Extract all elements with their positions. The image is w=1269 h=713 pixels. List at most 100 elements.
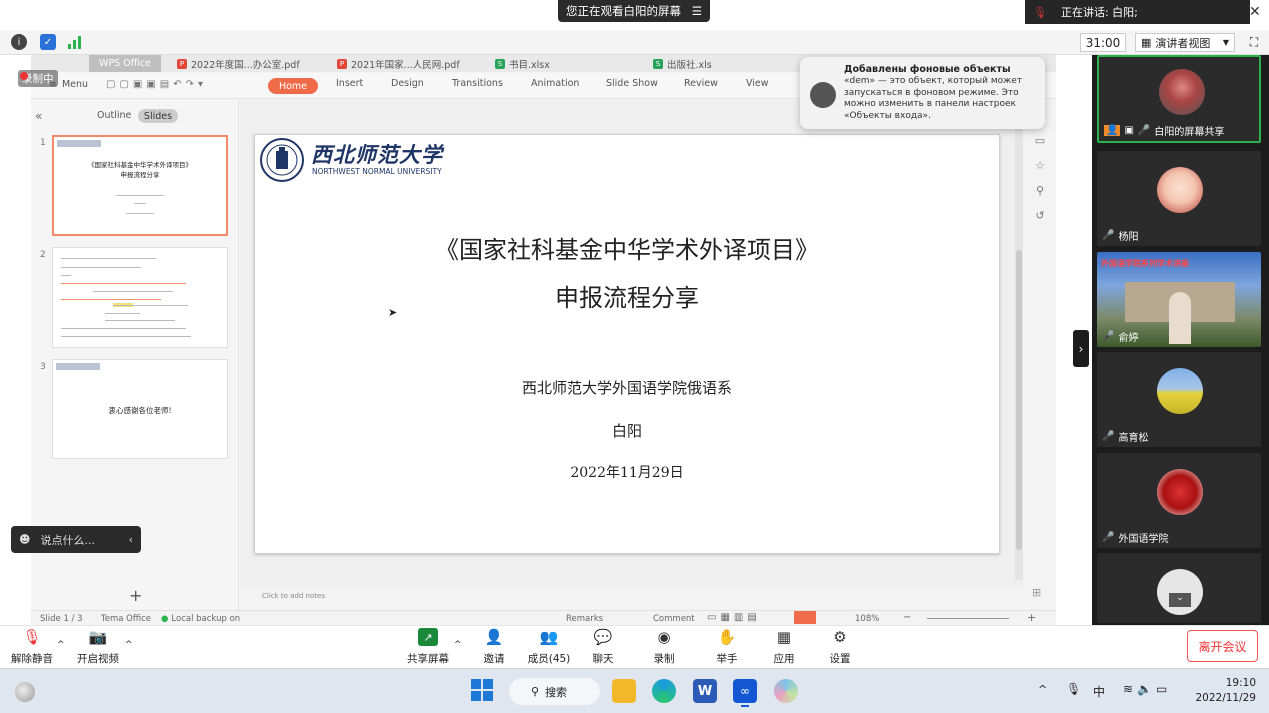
name-label: 外国语学院 [1118, 534, 1169, 545]
audio-options-chevron-icon[interactable]: ^ [57, 640, 65, 650]
settings-label: 设置 [829, 653, 851, 665]
taskbar-clock[interactable]: 19:10 2022/11/29 [1190, 676, 1256, 706]
leave-meeting-button[interactable]: 离开会议 [1187, 630, 1258, 662]
add-slide-icon[interactable]: + [129, 586, 142, 605]
record-button[interactable]: ◉ 录制 [634, 628, 694, 666]
tab-pdf-2[interactable]: P 2021年国家...人民网.pdf [331, 55, 466, 72]
system-notification[interactable]: Добавлены фоновые объекты «dem» — это об… [800, 57, 1045, 129]
share-screen-icon: ▣ [1124, 125, 1134, 136]
participant-tile[interactable]: ⌄ [1097, 553, 1261, 623]
collapse-panel-icon[interactable]: « [35, 109, 42, 123]
slide-thumbnail-2[interactable] [52, 247, 228, 348]
tab-review[interactable]: Review [684, 78, 718, 89]
tab-transitions[interactable]: Transitions [452, 78, 503, 89]
slide-scrollbar[interactable] [1015, 100, 1023, 580]
slide-thumbnail-1[interactable]: 《国家社科基金中华学术外译项目》 申报流程分享 [52, 135, 228, 236]
quick-chat-input[interactable]: ☻ 说点什么... ‹ [11, 526, 141, 553]
zoom-out-icon[interactable]: − [903, 612, 911, 623]
name-label: 白阳的屏幕共享 [1154, 127, 1225, 138]
video-options-chevron-icon[interactable]: ^ [125, 640, 133, 650]
quick-access-icons[interactable]: ▢▢▣▣▤↶↷▾ [106, 79, 207, 90]
raise-hand-button[interactable]: ✋ 举手 [697, 628, 757, 666]
muted-mic-icon: 🎤 [1102, 532, 1115, 543]
members-button[interactable]: 👥 成员(45) [519, 628, 579, 666]
thumb-thanks: 衷心感谢各位老师! [108, 406, 172, 415]
network-volume-battery-icons[interactable]: ≋🔈▭ [1123, 682, 1171, 696]
tab-home[interactable]: Home [268, 78, 318, 94]
view-mode-icons[interactable]: ▭▦▥▤ [707, 612, 761, 623]
banner-text: 外国语学院系列学术讲座 [1101, 259, 1189, 268]
unmute-button[interactable]: 🎙 解除静音 [2, 628, 62, 666]
tab-outline[interactable]: Outline [97, 110, 131, 121]
start-video-button[interactable]: 📷 开启视频 [68, 628, 128, 666]
menu-lines-icon[interactable]: ☰ [692, 4, 702, 18]
zoom-in-icon[interactable]: + [1027, 611, 1036, 624]
current-slide[interactable] [254, 134, 1000, 554]
remarks-button[interactable]: Remarks [566, 614, 603, 624]
tab-design[interactable]: Design [391, 78, 424, 89]
microphone-icon[interactable]: 🎙 [1066, 682, 1081, 696]
tab-animation[interactable]: Animation [531, 78, 579, 89]
settings-button[interactable]: ⚙ 设置 [810, 628, 870, 666]
tab-xlsx[interactable]: S 书目.xlsx [489, 55, 556, 72]
file-explorer-icon[interactable] [612, 679, 636, 703]
slide-subtitle: 申报流程分享 [555, 284, 699, 312]
zoom-slider[interactable] [927, 618, 1009, 619]
widgets-icon[interactable] [15, 682, 35, 702]
taskbar-search[interactable]: ⚲ 搜索 [509, 678, 600, 705]
side-tool-icons[interactable]: ▭ ☆ ⚲ ↺ [1032, 128, 1048, 228]
chat-button[interactable]: 💬 聊天 [573, 628, 633, 666]
signal-icon[interactable] [68, 36, 84, 49]
comment-button[interactable]: Comment [653, 614, 695, 624]
share-options-chevron-icon[interactable]: ^ [454, 640, 462, 650]
start-menu-icon[interactable] [471, 679, 493, 701]
collapse-gallery-icon[interactable]: › [1073, 330, 1089, 367]
viewing-text: 您正在观看白阳的屏幕 [566, 4, 681, 18]
name-label: 杨阳 [1118, 232, 1139, 243]
expand-icon[interactable]: ⊞ [1032, 586, 1041, 599]
fullscreen-icon[interactable]: ⛶ [1244, 33, 1264, 52]
scrollbar-thumb[interactable] [1016, 250, 1022, 550]
emoji-icon[interactable]: ☻ [19, 533, 30, 546]
hand-icon: ✋ [717, 628, 737, 646]
apps-button[interactable]: ▦ 应用 [754, 628, 814, 666]
tab-slides[interactable]: Slides [138, 109, 178, 123]
record-icon: ◉ [657, 628, 671, 646]
thumb-text-line [61, 299, 161, 300]
shield-icon[interactable]: ✓ [40, 34, 56, 50]
ime-indicator[interactable]: 中 [1093, 683, 1105, 700]
info-icon[interactable]: i [11, 34, 27, 50]
slide-count: Slide 1 / 3 [40, 614, 83, 624]
tab-pdf-1[interactable]: P 2022年度国...办公室.pdf [171, 55, 306, 72]
tencent-meeting-icon[interactable]: ∞ [733, 679, 757, 703]
participant-tile[interactable]: 🎤 外国语学院 [1097, 453, 1261, 548]
participant-tile[interactable]: 🎤 杨阳 [1097, 151, 1261, 246]
chevron-down-icon[interactable]: ⌄ [1169, 593, 1191, 607]
tab-insert[interactable]: Insert [336, 78, 363, 89]
tab-view[interactable]: View [746, 78, 769, 89]
tray-chevron-icon[interactable]: ^ [1038, 683, 1047, 696]
slide-thumbnail-3[interactable]: 衷心感谢各位老师! [52, 359, 228, 459]
play-slideshow-button[interactable] [794, 611, 816, 624]
invite-button[interactable]: 👤 邀请 [464, 628, 524, 666]
close-icon[interactable]: ✕ [1249, 4, 1263, 22]
share-screen-button[interactable]: ↗ 共享屏幕 [398, 628, 458, 666]
word-icon[interactable]: W [693, 679, 717, 703]
view-mode-select[interactable]: ▦ 演讲者视图 ▼ [1135, 33, 1235, 52]
zoom-level[interactable]: 108% [855, 614, 879, 624]
participant-tile[interactable]: 👤 ▣ 🎤 白阳的屏幕共享 [1097, 55, 1261, 143]
tab-slide-show[interactable]: Slide Show [606, 78, 658, 89]
participant-tile[interactable]: 🎤 高育松 [1097, 352, 1261, 447]
view-mode-label: 演讲者视图 [1155, 36, 1211, 50]
app-swirl-icon[interactable] [774, 679, 798, 703]
tab-xls[interactable]: S 出版社.xls [647, 55, 718, 72]
edge-browser-icon[interactable] [652, 679, 676, 703]
tab-wps-office[interactable]: WPS Office [89, 55, 161, 72]
thumb-number: 3 [40, 362, 46, 372]
participant-tile[interactable]: 外国语学院系列学术讲座 🎤 俞婷 [1097, 252, 1261, 347]
notes-placeholder[interactable]: Click to add notes [262, 592, 325, 600]
apps-label: 应用 [773, 653, 795, 665]
backup-status[interactable]: ● Local backup on [161, 614, 240, 624]
chevron-left-icon[interactable]: ‹ [129, 533, 133, 546]
viewing-banner[interactable]: 您正在观看白阳的屏幕 ☰ [558, 0, 710, 22]
